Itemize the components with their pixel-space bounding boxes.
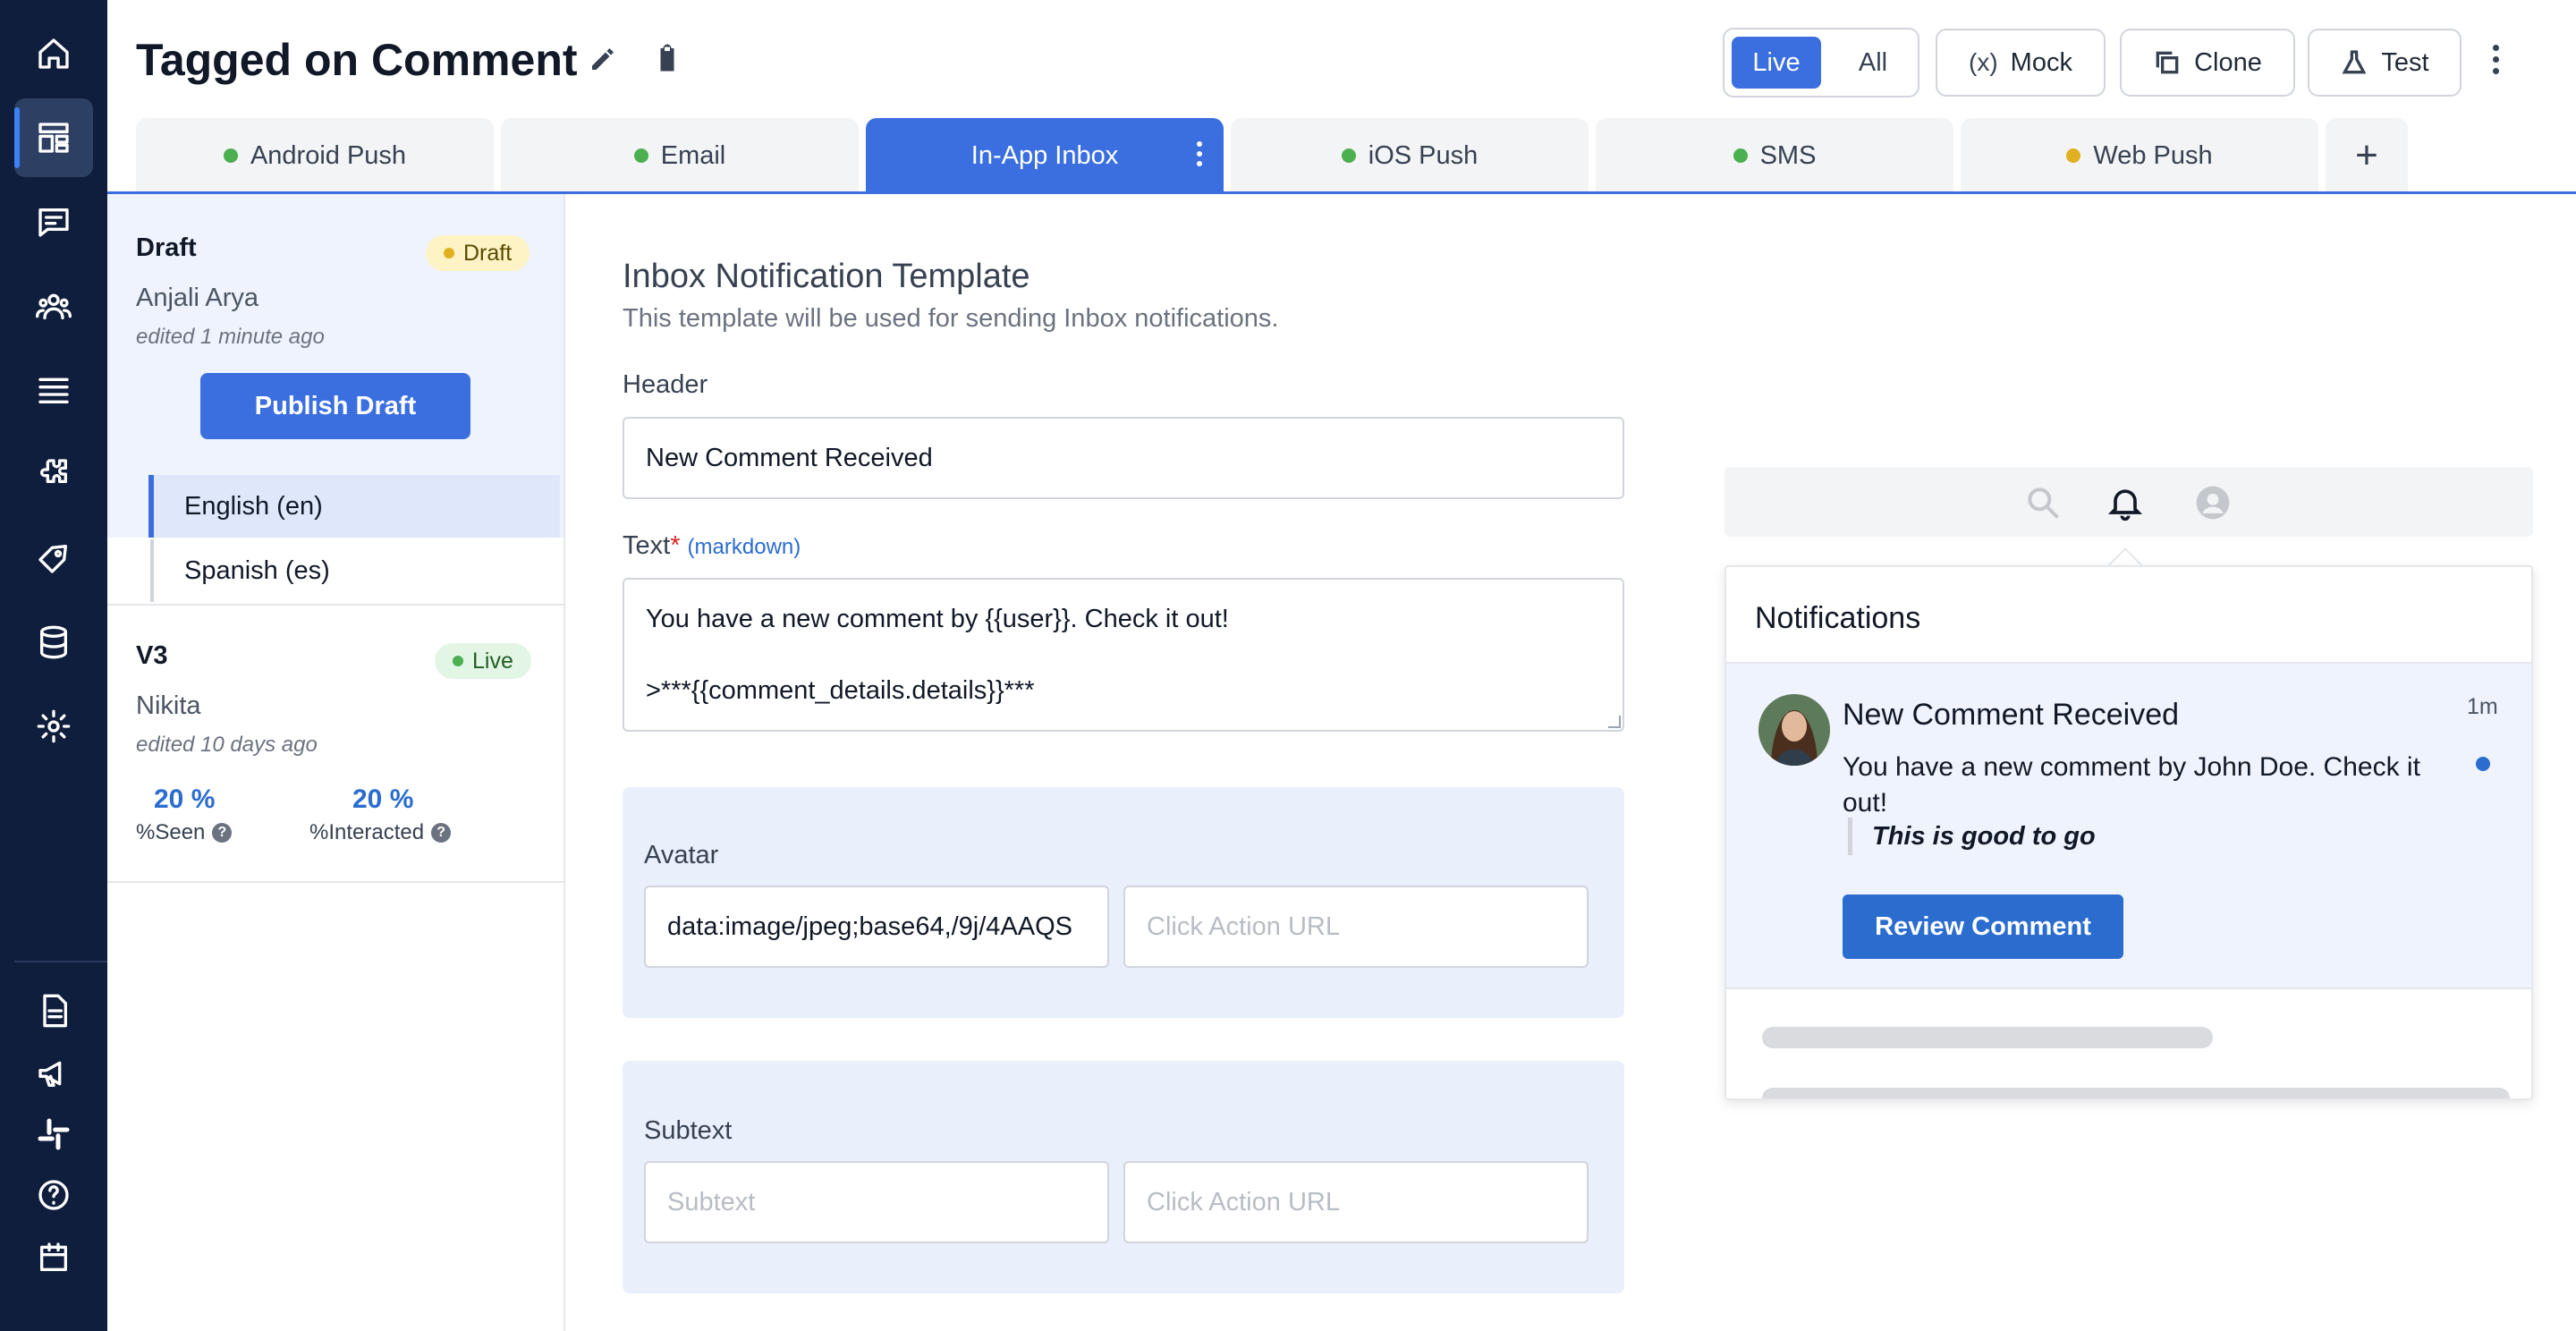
bell-icon[interactable] [2106,483,2145,522]
copy-icon [2156,51,2179,74]
list-icon[interactable] [14,351,93,429]
language-spanish[interactable]: Spanish (es) [150,539,562,602]
notification-item[interactable]: New Comment Received 1m You have a new c… [1726,664,2531,989]
avatar-url-input[interactable]: Click Action URL [1123,886,1589,968]
text-label: Text* (markdown) [623,531,801,560]
seen-value: 20 % [154,784,216,814]
status-dot [2066,148,2081,163]
version-title: V3 [136,641,168,670]
avatar-input[interactable]: data:image/jpeg;base64,/9j/4AAQS [644,886,1109,968]
clipboard-icon[interactable] [651,43,691,82]
database-icon[interactable] [14,603,93,682]
resize-handle[interactable] [1606,714,1621,728]
puzzle-icon[interactable] [14,435,93,513]
status-badge: Draft [426,235,530,271]
notifications-popup: Notifications New Comment Received 1m Yo… [1724,565,2533,1100]
add-tab-button[interactable]: + [2326,118,2408,193]
status-dot [1733,148,1748,163]
status-dot [633,148,648,163]
language-english[interactable]: English (en) [148,475,560,538]
v3-version-card[interactable]: V3 Live Nikita edited 10 days ago 20 % %… [107,604,564,883]
tab-sms[interactable]: SMS [1596,118,1953,193]
version-author: Anjali Arya [136,284,259,312]
text-input[interactable]: You have a new comment by {{user}}. Chec… [623,578,1624,732]
version-edited: edited 1 minute ago [136,325,325,349]
tab-label: Web Push [2093,140,2213,170]
page-title: Tagged on Comment [136,35,578,85]
markdown-link[interactable]: (markdown) [688,535,801,559]
version-title: Draft [136,233,197,262]
notification-time: 1m [2467,694,2498,719]
skeleton-line [1762,1088,2510,1098]
status-dot [1341,148,1356,163]
subtext-url-input[interactable]: Click Action URL [1123,1161,1589,1243]
sidebar [0,0,107,1331]
status-dot [223,148,238,163]
seen-label: %Seen? [136,820,233,845]
header-input[interactable]: New Comment Received [623,417,1624,499]
skeleton-line [1762,1027,2213,1048]
tab-web-push[interactable]: Web Push [1961,118,2318,193]
badge-label: Draft [463,240,513,266]
calendar-icon[interactable] [14,1218,93,1297]
clone-button[interactable]: Clone [2120,29,2295,97]
tab-android-push[interactable]: Android Push [136,118,494,193]
sidebar-divider [14,961,107,962]
form-subtitle: This template will be used for sending I… [623,304,1279,333]
notification-title: New Comment Received [1843,698,2180,732]
tab-label: Email [660,140,726,170]
form-title: Inbox Notification Template [623,258,1030,295]
users-icon[interactable] [14,267,93,345]
preview-toolbar [1724,467,2533,537]
clone-button-label: Clone [2194,47,2262,77]
subtext-label: Subtext [644,1116,733,1145]
templates-icon[interactable] [14,98,93,177]
notifications-heading: Notifications [1755,601,1921,635]
help-icon[interactable]: ? [212,823,233,843]
publish-draft-button[interactable]: Publish Draft [200,373,470,439]
interacted-label: %Interacted? [309,820,452,845]
avatar-label: Avatar [644,841,719,869]
tag-icon[interactable] [14,519,93,598]
avatar [1758,694,1830,766]
versions-panel: Draft Draft Anjali Arya edited 1 minute … [107,194,565,1331]
tab-menu-icon[interactable] [1197,141,1202,166]
status-badge: Live [435,643,531,679]
mock-button-label: Mock [2010,47,2072,77]
toggle-live[interactable]: Live [1732,37,1821,89]
tab-email[interactable]: Email [501,118,859,193]
review-comment-button[interactable]: Review Comment [1843,894,2123,959]
edit-icon[interactable] [587,43,626,82]
unread-indicator [2476,757,2490,771]
settings-icon[interactable] [14,687,93,766]
home-icon[interactable] [14,14,93,93]
beaker-icon [2342,50,2367,74]
more-options-icon[interactable] [2478,38,2513,81]
help-icon[interactable]: ? [431,823,452,843]
test-button[interactable]: Test [2308,29,2462,97]
header-label: Header [623,370,708,399]
notification-body: You have a new comment by John Doe. Chec… [1843,752,2420,818]
test-button-label: Test [2381,47,2429,77]
tab-ios-push[interactable]: iOS Push [1231,118,1589,193]
badge-label: Live [472,648,513,674]
version-author: Nikita [136,691,201,720]
chat-icon[interactable] [14,182,93,261]
tab-label: SMS [1759,140,1817,170]
version-edited: edited 10 days ago [136,733,318,757]
variable-icon: (x) [1969,48,1998,76]
search-icon[interactable] [2023,483,2063,522]
tab-label: iOS Push [1368,140,1479,170]
mock-button[interactable]: (x) Mock [1936,29,2106,97]
tab-in-app-inbox[interactable]: In-App Inbox [866,118,1224,193]
subtext-input[interactable]: Subtext [644,1161,1109,1243]
tab-label: In-App Inbox [970,140,1119,170]
toggle-all[interactable]: All [1837,37,1909,89]
interacted-value: 20 % [352,784,414,814]
tab-label: Android Push [250,140,407,170]
live-all-toggle: Live All [1723,28,1919,97]
notification-quote: This is good to go [1848,818,2096,855]
user-circle-icon[interactable] [2193,483,2233,522]
